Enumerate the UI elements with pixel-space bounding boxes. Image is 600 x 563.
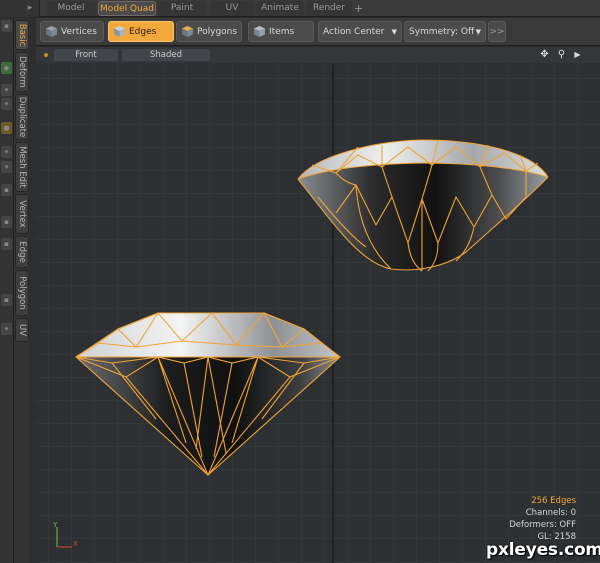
move-icon[interactable]: ✥	[538, 48, 551, 61]
polygon-cube-icon	[182, 26, 193, 37]
items-label: Items	[269, 27, 295, 37]
tab-model[interactable]: Model	[46, 1, 96, 16]
zoom-icon[interactable]: ⚲	[555, 48, 568, 61]
watermark-logo: pxleyes.com	[486, 540, 600, 560]
3d-viewport[interactable]: Front Shaded ✥ ⚲ ▶ 256 Edges Channels: 0…	[36, 47, 600, 563]
left-tool-icon[interactable]: ▪	[1, 184, 12, 196]
tab-animate[interactable]: Animate	[256, 1, 304, 16]
vtab-label: Edge	[17, 241, 27, 263]
vtab-label: Polygon	[17, 276, 27, 310]
vtab-label: Vertex	[17, 200, 27, 228]
vtab-duplicate[interactable]: Duplicate	[15, 94, 29, 140]
selection-toolbar: Vertices Edges Polygons Items Action Cen…	[36, 18, 600, 46]
vtab-label: UV	[17, 323, 27, 337]
deformers-status: Deformers: OFF	[509, 520, 576, 530]
items-button[interactable]: Items	[248, 21, 314, 42]
layout-menu-icon[interactable]: ▸	[24, 1, 36, 15]
left-dropdown-icon[interactable]: ▾	[1, 84, 12, 96]
vtab-basic[interactable]: Basic	[15, 20, 29, 50]
view-type-dropdown[interactable]: Front	[54, 49, 118, 61]
axis-x-label: X	[73, 540, 78, 548]
vertex-cube-icon	[46, 26, 57, 37]
chevron-down-icon: ▼	[391, 28, 397, 36]
left-tool-icon[interactable]: ▪	[1, 216, 12, 228]
item-cube-icon	[254, 26, 265, 37]
left-tool-icon[interactable]: ▪	[1, 238, 12, 250]
edges-button[interactable]: Edges	[108, 21, 174, 42]
vtab-label: Deform	[17, 56, 27, 88]
edge-count: 256 Edges	[531, 496, 576, 506]
edges-label: Edges	[129, 27, 157, 37]
left-dropdown-icon[interactable]: ▾	[1, 98, 12, 110]
add-tab-button[interactable]: +	[354, 1, 363, 16]
left-tool-icon[interactable]: ▪	[1, 294, 12, 306]
vertices-button[interactable]: Vertices	[40, 21, 104, 42]
axis-y-label: Y	[53, 521, 58, 529]
channels-count: Channels: 0	[525, 508, 576, 518]
viewport-header: Front Shaded ✥ ⚲ ▶	[36, 47, 600, 63]
left-tool-column: ▪ ◆ ▾ ▾ ● ▾ ▾ ▪ ▪ ▪ ▪ ▾	[0, 18, 14, 563]
left-dropdown-icon[interactable]: ▾	[1, 161, 12, 173]
vertical-tab-strip: Basic Deform Duplicate Mesh Edit Vertex …	[14, 18, 30, 563]
vtab-deform[interactable]: Deform	[15, 52, 29, 92]
tab-bar-corner: ▸	[0, 0, 40, 17]
action-center-label: Action Center	[323, 27, 385, 37]
vtab-uv[interactable]: UV	[15, 318, 29, 342]
left-tool-icon[interactable]: ▪	[1, 20, 12, 32]
vtab-label: Mesh Edit	[17, 146, 27, 188]
more-tools-button[interactable]: >>	[488, 21, 506, 42]
left-tool-icon[interactable]: ◆	[1, 62, 12, 74]
action-center-dropdown[interactable]: Action Center ▼	[318, 21, 402, 42]
symmetry-label: Symmetry: Off	[409, 27, 475, 37]
polygons-button[interactable]: Polygons	[176, 21, 242, 42]
vtab-vertex[interactable]: Vertex	[15, 194, 29, 234]
viewport-scene[interactable]	[36, 47, 600, 563]
mode-tab-bar: ▸ Model Model Quad Paint UV Animate Rend…	[0, 0, 600, 17]
vtab-edge[interactable]: Edge	[15, 236, 29, 268]
left-dropdown-icon[interactable]: ▾	[1, 146, 12, 158]
symmetry-dropdown[interactable]: Symmetry: Off ▼	[404, 21, 486, 42]
left-dropdown-icon[interactable]: ▾	[1, 323, 12, 335]
menu-arrow-icon[interactable]: ▶	[571, 48, 584, 61]
tab-render[interactable]: Render	[306, 1, 352, 16]
shading-mode-dropdown[interactable]: Shaded	[122, 49, 210, 61]
chevron-down-icon: ▼	[475, 28, 481, 36]
vtab-label: Basic	[17, 23, 27, 47]
left-tool-icon[interactable]: ●	[1, 122, 12, 134]
viewport-options-dot[interactable]	[44, 53, 48, 57]
vtab-mesh-edit[interactable]: Mesh Edit	[15, 142, 29, 192]
tab-uv[interactable]: UV	[210, 1, 254, 16]
tab-model-quad[interactable]: Model Quad	[98, 1, 156, 16]
polygons-label: Polygons	[197, 27, 238, 37]
vtab-polygon[interactable]: Polygon	[15, 270, 29, 316]
viewport-grid	[36, 47, 600, 563]
edge-cube-icon	[114, 26, 125, 37]
vertices-label: Vertices	[61, 27, 97, 37]
vtab-label: Duplicate	[17, 96, 27, 138]
tab-paint[interactable]: Paint	[158, 1, 206, 16]
